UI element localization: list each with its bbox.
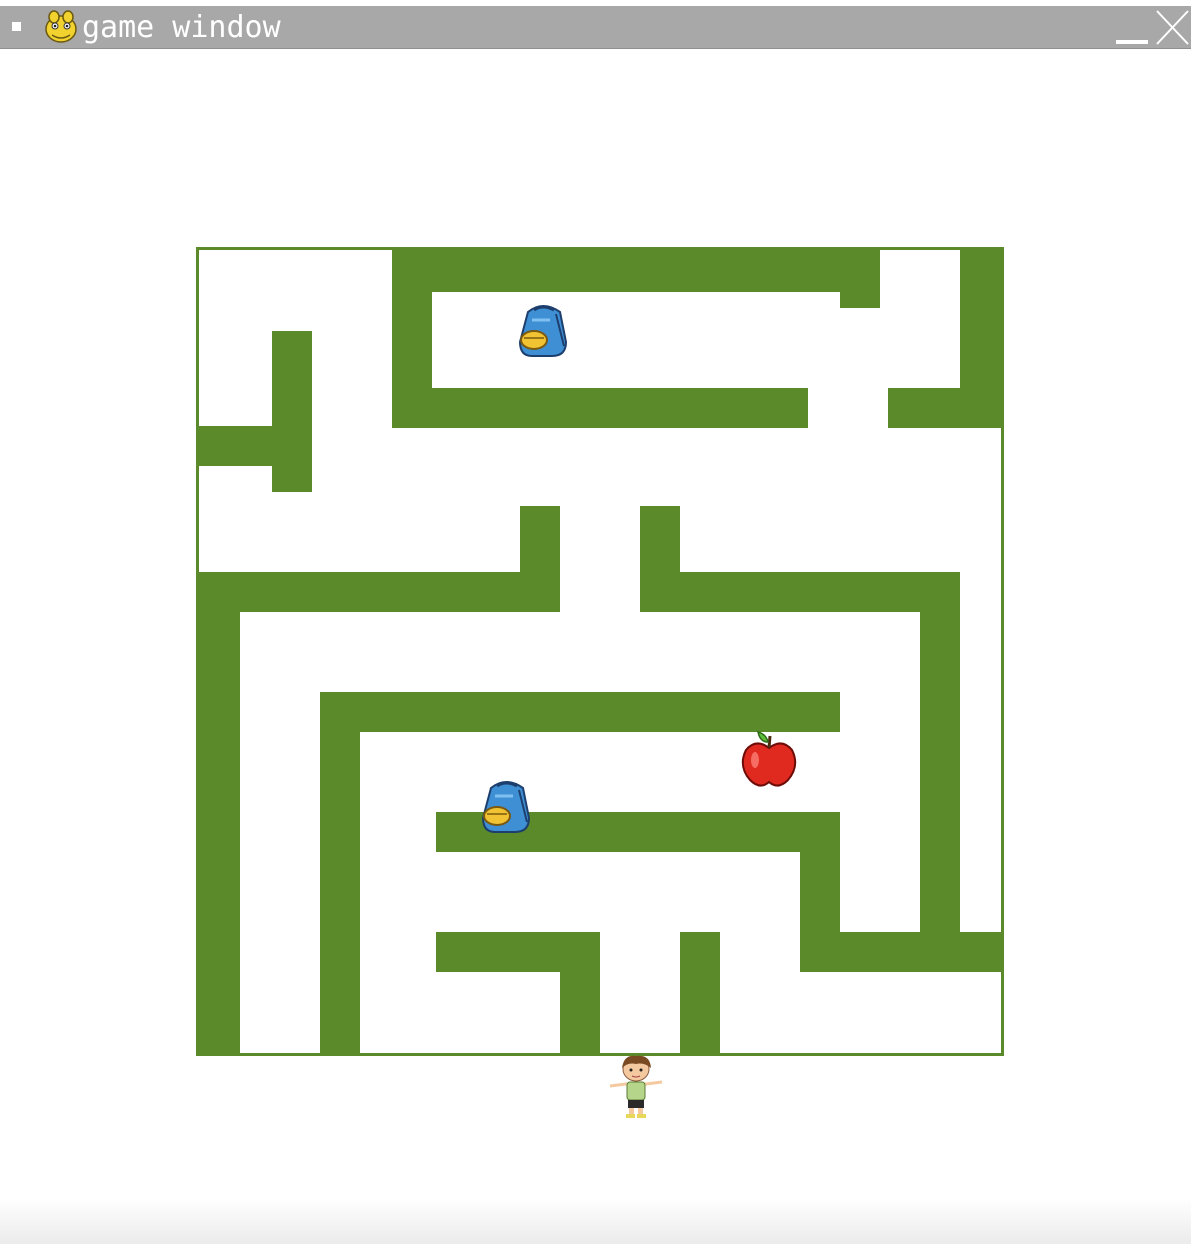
window-title: game window <box>82 10 281 45</box>
red-apple-icon <box>741 730 797 787</box>
window-titlebar[interactable]: game window <box>0 6 1191 49</box>
window-bottom-edge <box>0 1198 1191 1244</box>
maze-wall <box>196 426 312 466</box>
backpack-icon <box>518 305 568 357</box>
maze-wall <box>680 932 720 1056</box>
maze-wall <box>320 692 840 732</box>
boy-character[interactable] <box>606 1054 666 1122</box>
maze-wall <box>196 572 560 612</box>
maze-wall <box>392 247 880 292</box>
maze-wall <box>888 388 1004 428</box>
maze-wall <box>320 692 360 1056</box>
maze-wall <box>840 247 880 308</box>
maze-wall <box>920 572 960 972</box>
system-menu-icon[interactable] <box>12 22 21 31</box>
close-icon[interactable] <box>1154 8 1191 46</box>
maze-wall <box>392 388 808 428</box>
maze-wall <box>272 331 312 492</box>
minimize-icon <box>1116 40 1148 44</box>
minimize-button[interactable] <box>1114 34 1150 46</box>
maze-wall <box>196 572 240 1056</box>
maze-wall <box>800 932 1004 972</box>
backpack-icon <box>481 781 531 833</box>
pygame-snake-icon <box>45 10 77 43</box>
maze-wall <box>560 932 600 1056</box>
maze-wall <box>640 572 960 612</box>
